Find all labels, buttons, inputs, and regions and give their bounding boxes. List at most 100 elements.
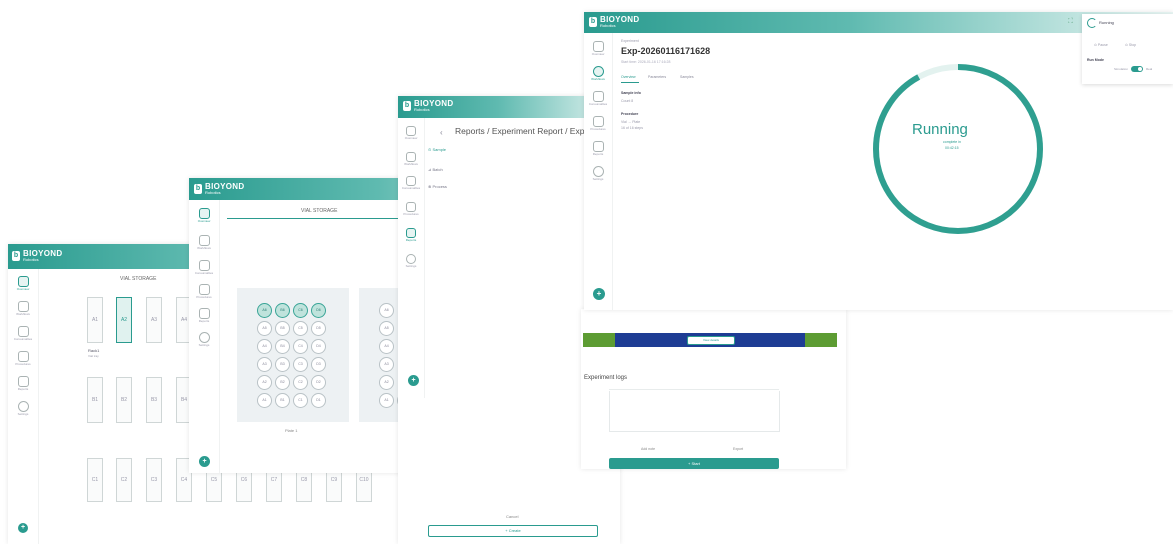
experiment-name: Exp-20260116171628 bbox=[621, 46, 711, 56]
nav-consumables[interactable]: Consumables bbox=[189, 260, 219, 275]
tab-overview[interactable]: Overview bbox=[621, 75, 636, 79]
pause-button[interactable]: ⊙ Pause bbox=[1094, 43, 1108, 47]
nav-settings[interactable]: Settings bbox=[8, 401, 38, 416]
nav-workflows[interactable]: Workflows bbox=[398, 152, 424, 166]
brand-logo: b BIOYOND Robotics bbox=[12, 249, 63, 262]
tab-samples[interactable]: Samples bbox=[680, 75, 694, 79]
slot-c2[interactable]: C2 bbox=[116, 458, 132, 502]
home-icon bbox=[592, 41, 604, 52]
nav-overview[interactable]: Overview bbox=[189, 208, 219, 223]
run-mode-toggle[interactable] bbox=[1131, 66, 1143, 72]
slot-a3[interactable]: A3 bbox=[146, 297, 162, 343]
nav-settings[interactable]: Settings bbox=[584, 166, 612, 181]
procedure-icon bbox=[17, 351, 29, 362]
cancel-link[interactable]: Cancel bbox=[506, 514, 518, 519]
nav-reports[interactable]: Reports bbox=[398, 228, 424, 242]
nav-overview[interactable]: Overview bbox=[398, 126, 424, 140]
add-note-link[interactable]: Add note bbox=[641, 447, 655, 451]
form-item-batch[interactable]: ⊿ Batch bbox=[428, 167, 443, 172]
well-a2[interactable]: A2 bbox=[257, 375, 272, 390]
nav-consumables[interactable]: Consumables bbox=[584, 91, 612, 106]
well-b2[interactable]: B2 bbox=[275, 375, 290, 390]
form-item-process[interactable]: ⊗ Process bbox=[428, 184, 447, 189]
slot-b3[interactable]: B3 bbox=[146, 377, 162, 423]
well-c2[interactable]: C2 bbox=[293, 375, 308, 390]
form-item-sample[interactable]: ⊙ Sample bbox=[428, 147, 446, 152]
mode-simulation-label: Simulation bbox=[1114, 67, 1129, 71]
stop-button[interactable]: ⊙ Stop bbox=[1125, 43, 1136, 47]
well-d1[interactable]: D1 bbox=[311, 393, 326, 408]
well-d5[interactable]: D5 bbox=[311, 321, 326, 336]
assistant-button[interactable]: + bbox=[408, 375, 419, 386]
slot-b1[interactable]: B1 bbox=[87, 377, 103, 423]
well-b3[interactable]: B3 bbox=[275, 357, 290, 372]
well-a5[interactable]: A5 bbox=[379, 321, 394, 336]
well-a2[interactable]: A2 bbox=[379, 375, 394, 390]
nav-reports[interactable]: Reports bbox=[189, 308, 219, 323]
nav-workflows[interactable]: Workflows bbox=[584, 66, 612, 81]
well-b1[interactable]: B1 bbox=[275, 393, 290, 408]
create-button[interactable]: + Create bbox=[428, 525, 598, 537]
well-a1[interactable]: A1 bbox=[257, 393, 272, 408]
home-icon bbox=[198, 208, 210, 219]
well-a4[interactable]: A4 bbox=[257, 339, 272, 354]
spinner-icon bbox=[1087, 18, 1097, 28]
well-d2[interactable]: D2 bbox=[311, 375, 326, 390]
nav-settings[interactable]: Settings bbox=[398, 254, 424, 268]
workflow-icon bbox=[406, 152, 416, 162]
nav-consumables[interactable]: Consumables bbox=[398, 176, 424, 190]
well-c6[interactable]: C6 bbox=[293, 303, 308, 318]
well-a6[interactable]: A6 bbox=[257, 303, 272, 318]
nav-overview[interactable]: Overview bbox=[8, 276, 38, 291]
fullscreen-icon[interactable]: ⛶ bbox=[1068, 18, 1073, 26]
nav-reports[interactable]: Reports bbox=[8, 376, 38, 391]
home-icon bbox=[406, 126, 416, 136]
nav-procedures[interactable]: Procedures bbox=[398, 202, 424, 216]
well-a3[interactable]: A3 bbox=[379, 357, 394, 372]
nav-procedures[interactable]: Procedures bbox=[189, 284, 219, 299]
export-link[interactable]: Export bbox=[733, 447, 743, 451]
panel-status: Running bbox=[1099, 20, 1114, 25]
sidebar: Overview Workflows Consumables Procedure… bbox=[398, 118, 425, 398]
well-b4[interactable]: B4 bbox=[275, 339, 290, 354]
nav-consumables[interactable]: Consumables bbox=[8, 326, 38, 341]
well-a4[interactable]: A4 bbox=[379, 339, 394, 354]
well-c4[interactable]: C4 bbox=[293, 339, 308, 354]
tab-parameters[interactable]: Parameters bbox=[648, 75, 666, 79]
assistant-button[interactable]: + bbox=[593, 288, 605, 300]
nav-procedures[interactable]: Procedures bbox=[584, 116, 612, 131]
back-chevron-icon[interactable]: ‹ bbox=[440, 128, 443, 137]
logs-divider bbox=[609, 389, 779, 390]
nav-procedures[interactable]: Procedures bbox=[8, 351, 38, 366]
nav-settings[interactable]: Settings bbox=[189, 332, 219, 347]
start-button[interactable]: + Start bbox=[609, 458, 779, 469]
consumables-icon bbox=[406, 176, 416, 186]
well-a6[interactable]: A6 bbox=[379, 303, 394, 318]
well-d3[interactable]: D3 bbox=[311, 357, 326, 372]
well-a5[interactable]: A5 bbox=[257, 321, 272, 336]
well-a3[interactable]: A3 bbox=[257, 357, 272, 372]
well-a1[interactable]: A1 bbox=[379, 393, 394, 408]
assistant-button[interactable]: + bbox=[18, 523, 28, 533]
nav-overview[interactable]: Overview bbox=[584, 41, 612, 56]
brand-logo: b BIOYOND Robotics bbox=[403, 99, 454, 112]
well-d4[interactable]: D4 bbox=[311, 339, 326, 354]
well-c1[interactable]: C1 bbox=[293, 393, 308, 408]
nav-reports[interactable]: Reports bbox=[584, 141, 612, 156]
assistant-button[interactable]: + bbox=[199, 456, 210, 467]
slot-a2[interactable]: A2 bbox=[116, 297, 132, 343]
well-d6[interactable]: D6 bbox=[311, 303, 326, 318]
well-b5[interactable]: B5 bbox=[275, 321, 290, 336]
well-b6[interactable]: B6 bbox=[275, 303, 290, 318]
well-c5[interactable]: C5 bbox=[293, 321, 308, 336]
slot-b2[interactable]: B2 bbox=[116, 377, 132, 423]
slot-c3[interactable]: C3 bbox=[146, 458, 162, 502]
view-details-button[interactable]: View details bbox=[687, 336, 735, 345]
slot-a1[interactable]: A1 bbox=[87, 297, 103, 343]
slot-c1[interactable]: C1 bbox=[87, 458, 103, 502]
brand-logo: b BIOYOND Robotics bbox=[194, 182, 245, 195]
well-c3[interactable]: C3 bbox=[293, 357, 308, 372]
nav-workflows[interactable]: Workflows bbox=[8, 301, 38, 316]
nav-workflows[interactable]: Workflows bbox=[189, 235, 219, 250]
home-icon bbox=[17, 276, 29, 287]
